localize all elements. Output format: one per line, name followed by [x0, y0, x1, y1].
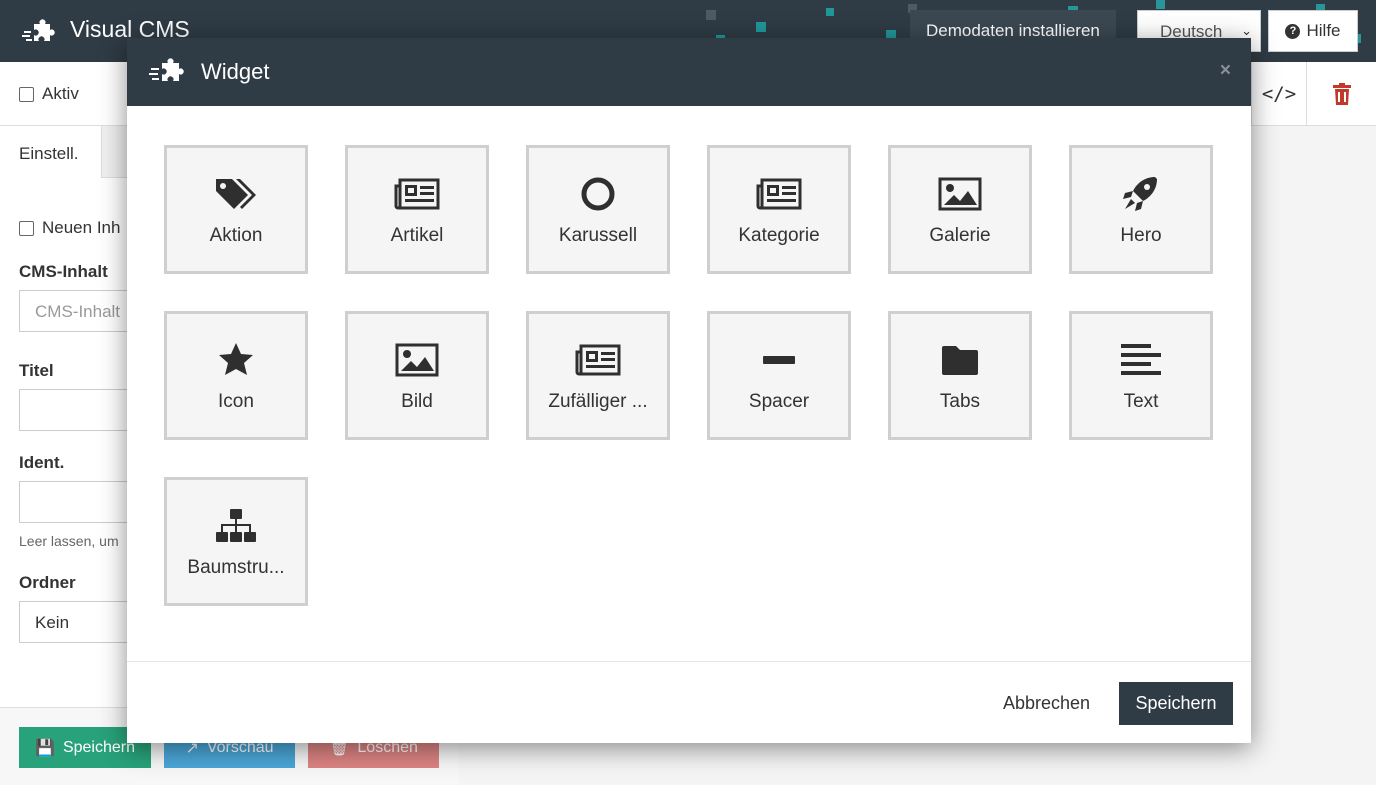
- image-icon: [395, 343, 439, 377]
- rocket-icon: [1123, 177, 1157, 211]
- modal-header: Widget ×: [127, 38, 1251, 106]
- widget-label: Kategorie: [738, 225, 820, 246]
- widget-label: Galerie: [929, 225, 991, 246]
- image-icon: [938, 177, 982, 211]
- widget-label: Baumstru...: [187, 557, 285, 578]
- align-left-icon: [1121, 344, 1161, 375]
- save-button-label: Speichern: [62, 738, 135, 756]
- widget-label: Tabs: [939, 391, 981, 412]
- save-icon: 💾: [35, 739, 55, 757]
- code-view-button[interactable]: </>: [1251, 62, 1307, 125]
- minus-icon: [763, 356, 795, 364]
- widget-label: Text: [1123, 391, 1159, 412]
- widget-tile-bild[interactable]: Bild: [345, 311, 489, 440]
- tab-einstellungen[interactable]: Einstell.: [0, 126, 102, 178]
- widget-tile-tabs[interactable]: Tabs: [888, 311, 1032, 440]
- widget-label: Hero: [1120, 225, 1162, 246]
- widget-label: Spacer: [748, 391, 810, 412]
- puzzle-logo-icon: [149, 58, 184, 81]
- ident-hint: Leer lassen, um: [19, 533, 119, 549]
- widget-label: Bild: [401, 391, 433, 412]
- folder-icon: [942, 346, 978, 375]
- close-icon[interactable]: ×: [1220, 60, 1231, 82]
- widget-tile-kategorie[interactable]: Kategorie: [707, 145, 851, 274]
- puzzle-logo-icon: [22, 19, 55, 41]
- newspaper-icon: [394, 178, 440, 210]
- tags-icon: [216, 179, 256, 209]
- delete-toolbar-button[interactable]: [1307, 62, 1376, 125]
- widget-tile-artikel[interactable]: Artikel: [345, 145, 489, 274]
- help-button[interactable]: ? Hilfe: [1268, 10, 1358, 52]
- aktiv-checkbox[interactable]: [19, 86, 34, 102]
- widget-label: Karussell: [558, 225, 638, 246]
- aktiv-label: Aktiv: [42, 84, 79, 103]
- cancel-button[interactable]: Abbrechen: [1003, 693, 1090, 714]
- widget-tile-hero[interactable]: Hero: [1069, 145, 1213, 274]
- widget-label: Aktion: [209, 225, 263, 246]
- newspaper-icon: [756, 178, 802, 210]
- new-content-label: Neuen Inh: [42, 218, 121, 237]
- widget-tile-karussell[interactable]: Karussell: [526, 145, 670, 274]
- widget-tile-icon[interactable]: Icon: [164, 311, 308, 440]
- modal-title: Widget: [201, 59, 270, 84]
- sitemap-icon: [216, 509, 256, 542]
- widget-tile-spacer[interactable]: Spacer: [707, 311, 851, 440]
- star-icon: [219, 343, 253, 375]
- widget-tile-aktion[interactable]: Aktion: [164, 145, 308, 274]
- chevron-down-icon: ⌄: [1241, 23, 1252, 38]
- question-circle-icon: ?: [1285, 23, 1301, 39]
- circle-icon: [581, 177, 615, 211]
- help-label: Hilfe: [1306, 21, 1341, 40]
- widget-tile-text[interactable]: Text: [1069, 311, 1213, 440]
- newspaper-icon: [575, 344, 621, 376]
- ident-label: Ident.: [19, 453, 65, 472]
- modal-save-button[interactable]: Speichern: [1119, 682, 1233, 725]
- widget-tile-galerie[interactable]: Galerie: [888, 145, 1032, 274]
- title-label: Titel: [19, 361, 54, 380]
- folder-label: Ordner: [19, 573, 76, 592]
- widget-label: Icon: [218, 391, 254, 412]
- widget-label: Artikel: [390, 225, 444, 246]
- new-content-checkbox-row[interactable]: Neuen Inh: [19, 218, 120, 238]
- trash-icon: [1332, 82, 1351, 105]
- widget-tile-baumstruktur[interactable]: Baumstru...: [164, 477, 308, 606]
- widget-modal: Widget × Aktion Artikel Karussell Katego…: [127, 38, 1251, 743]
- aktiv-checkbox-row[interactable]: Aktiv: [19, 84, 79, 104]
- widget-tile-zufaelliger[interactable]: Zufälliger ...: [526, 311, 670, 440]
- cms-content-label: CMS-Inhalt: [19, 262, 108, 281]
- widget-label: Zufälliger ...: [548, 391, 648, 412]
- new-content-checkbox[interactable]: [19, 220, 34, 236]
